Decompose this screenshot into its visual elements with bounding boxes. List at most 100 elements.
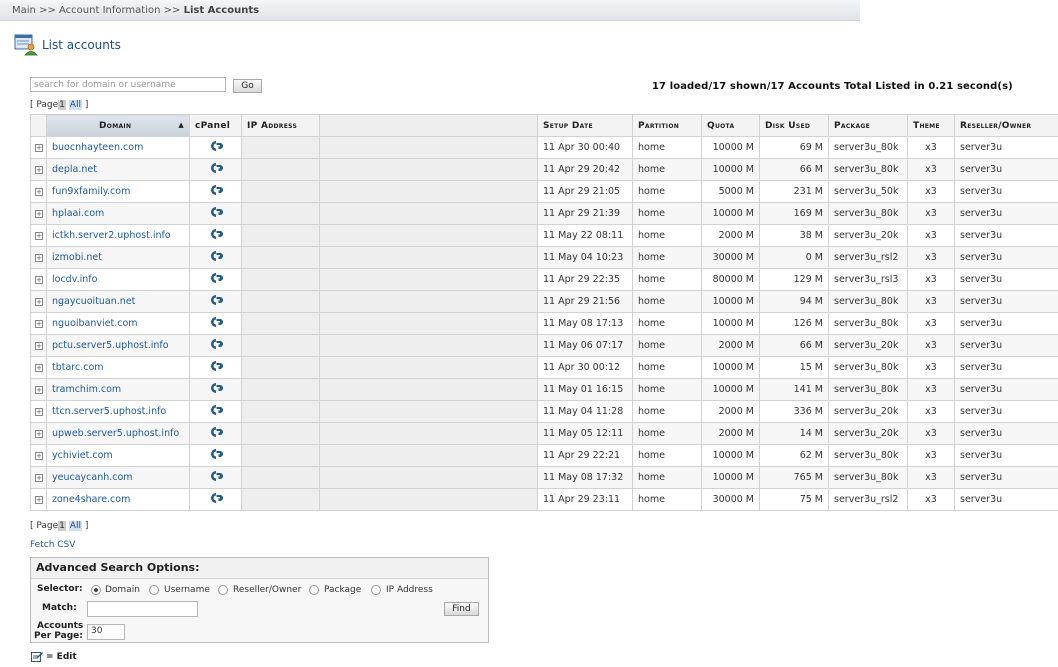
domain-link[interactable]: tramchim.com: [46, 378, 190, 401]
expand-icon[interactable]: +: [35, 254, 43, 262]
cell-owner: server3u: [954, 378, 1058, 401]
expand-icon[interactable]: +: [35, 320, 43, 328]
cell-partition: home: [632, 180, 702, 203]
breadcrumb-item-account-information[interactable]: Account Information: [59, 5, 160, 16]
cell-theme: x3: [907, 378, 955, 401]
match-input[interactable]: [87, 601, 198, 617]
header-quota[interactable]: Quota: [701, 114, 760, 137]
expand-icon[interactable]: +: [35, 210, 43, 218]
per-page-label-line2: Per Page:: [34, 631, 83, 641]
blank-cell: [319, 400, 538, 423]
cpanel-icon[interactable]: [209, 184, 223, 196]
cell-theme: x3: [907, 422, 955, 445]
domain-link[interactable]: locdv.info: [46, 268, 190, 291]
search-input[interactable]: search for domain or username: [30, 77, 226, 92]
pager-page-1[interactable]: 1: [58, 100, 66, 110]
header-theme[interactable]: Theme: [907, 114, 955, 137]
expand-icon[interactable]: +: [35, 496, 43, 504]
cpanel-icon[interactable]: [209, 470, 223, 482]
header-owner[interactable]: Reseller/Owner: [954, 114, 1058, 137]
cell-package: server3u_20k: [828, 224, 908, 247]
domain-link[interactable]: depla.net: [46, 158, 190, 181]
cell-theme: x3: [907, 158, 955, 181]
radio-domain[interactable]: [91, 585, 101, 595]
cpanel-icon[interactable]: [209, 294, 223, 306]
cell-quota: 2000 M: [701, 400, 760, 423]
expand-icon[interactable]: +: [35, 144, 43, 152]
expand-icon[interactable]: +: [35, 298, 43, 306]
header-cpanel[interactable]: cPanel: [189, 114, 242, 137]
cpanel-icon[interactable]: [209, 316, 223, 328]
fetch-csv-link[interactable]: Fetch CSV: [30, 540, 75, 550]
domain-link[interactable]: upweb.server5.uphost.info: [46, 422, 190, 445]
domain-link[interactable]: ttcn.server5.uphost.info: [46, 400, 190, 423]
domain-link[interactable]: fun9xfamily.com: [46, 180, 190, 203]
expand-icon[interactable]: +: [35, 342, 43, 350]
pager-all[interactable]: All: [68, 521, 82, 531]
expand-icon[interactable]: +: [35, 430, 43, 438]
accounts-status: 17 loaded/17 shown/17 Accounts Total Lis…: [652, 81, 1013, 92]
expand-icon[interactable]: +: [35, 474, 43, 482]
header-partition[interactable]: Partition: [632, 114, 702, 137]
cpanel-icon[interactable]: [209, 140, 223, 152]
domain-link[interactable]: zone4share.com: [46, 488, 190, 511]
expand-icon[interactable]: +: [35, 232, 43, 240]
pager-page-1[interactable]: 1: [58, 521, 66, 531]
domain-link[interactable]: pctu.server5.uphost.info: [46, 334, 190, 357]
cpanel-icon[interactable]: [209, 492, 223, 504]
go-button[interactable]: Go: [233, 79, 262, 93]
pager-all[interactable]: All: [68, 100, 82, 110]
domain-link[interactable]: nguoibanviet.com: [46, 312, 190, 335]
domain-link[interactable]: izmobi.net: [46, 246, 190, 269]
cpanel-icon[interactable]: [209, 250, 223, 262]
domain-link[interactable]: tbtarc.com: [46, 356, 190, 379]
cpanel-icon[interactable]: [209, 272, 223, 284]
radio-username[interactable]: [149, 585, 159, 595]
radio-ip-address[interactable]: [371, 585, 381, 595]
cell-owner: server3u: [954, 400, 1058, 423]
domain-link[interactable]: ngaycuoituan.net: [46, 290, 190, 313]
domain-link[interactable]: yeucaycanh.com: [46, 466, 190, 489]
cpanel-icon[interactable]: [209, 162, 223, 174]
cell-partition: home: [632, 334, 702, 357]
cpanel-icon[interactable]: [209, 338, 223, 350]
header-package[interactable]: Package: [828, 114, 908, 137]
cell-package: server3u_20k: [828, 334, 908, 357]
breadcrumb-current: List Accounts: [183, 5, 260, 16]
match-label: Match:: [42, 603, 77, 613]
cpanel-icon[interactable]: [209, 426, 223, 438]
cpanel-icon[interactable]: [209, 382, 223, 394]
cpanel-icon[interactable]: [209, 360, 223, 372]
domain-link[interactable]: hplaai.com: [46, 202, 190, 225]
cell-partition: home: [632, 356, 702, 379]
cpanel-icon[interactable]: [209, 448, 223, 460]
radio-package[interactable]: [309, 585, 319, 595]
cell-theme: x3: [907, 202, 955, 225]
domain-link[interactable]: buocnhayteen.com: [46, 136, 190, 159]
blank-cell: [319, 268, 538, 291]
expand-icon[interactable]: +: [35, 276, 43, 284]
header-disk-used[interactable]: Disk Used: [759, 114, 829, 137]
expand-icon[interactable]: +: [35, 452, 43, 460]
legend: = Edit: [31, 651, 77, 662]
header-setup-date[interactable]: Setup Date: [537, 114, 633, 137]
header-domain[interactable]: Domain ▲: [46, 114, 190, 137]
cpanel-icon[interactable]: [209, 206, 223, 218]
cpanel-icon[interactable]: [209, 404, 223, 416]
domain-link[interactable]: ychiviet.com: [46, 444, 190, 467]
expand-icon[interactable]: +: [35, 386, 43, 394]
per-page-input[interactable]: 30: [87, 624, 125, 640]
domain-link[interactable]: ictkh.server2.uphost.info: [46, 224, 190, 247]
find-button[interactable]: Find: [444, 602, 479, 616]
header-ip[interactable]: IP Address: [241, 114, 320, 137]
radio-reseller-owner[interactable]: [218, 585, 228, 595]
expand-icon[interactable]: +: [35, 408, 43, 416]
cpanel-icon[interactable]: [209, 228, 223, 240]
cell-owner: server3u: [954, 356, 1058, 379]
cell-disk: 231 M: [759, 180, 829, 203]
expand-icon[interactable]: +: [35, 166, 43, 174]
breadcrumb-item-main[interactable]: Main: [12, 5, 36, 16]
cell-theme: x3: [907, 224, 955, 247]
expand-icon[interactable]: +: [35, 364, 43, 372]
expand-icon[interactable]: +: [35, 188, 43, 196]
